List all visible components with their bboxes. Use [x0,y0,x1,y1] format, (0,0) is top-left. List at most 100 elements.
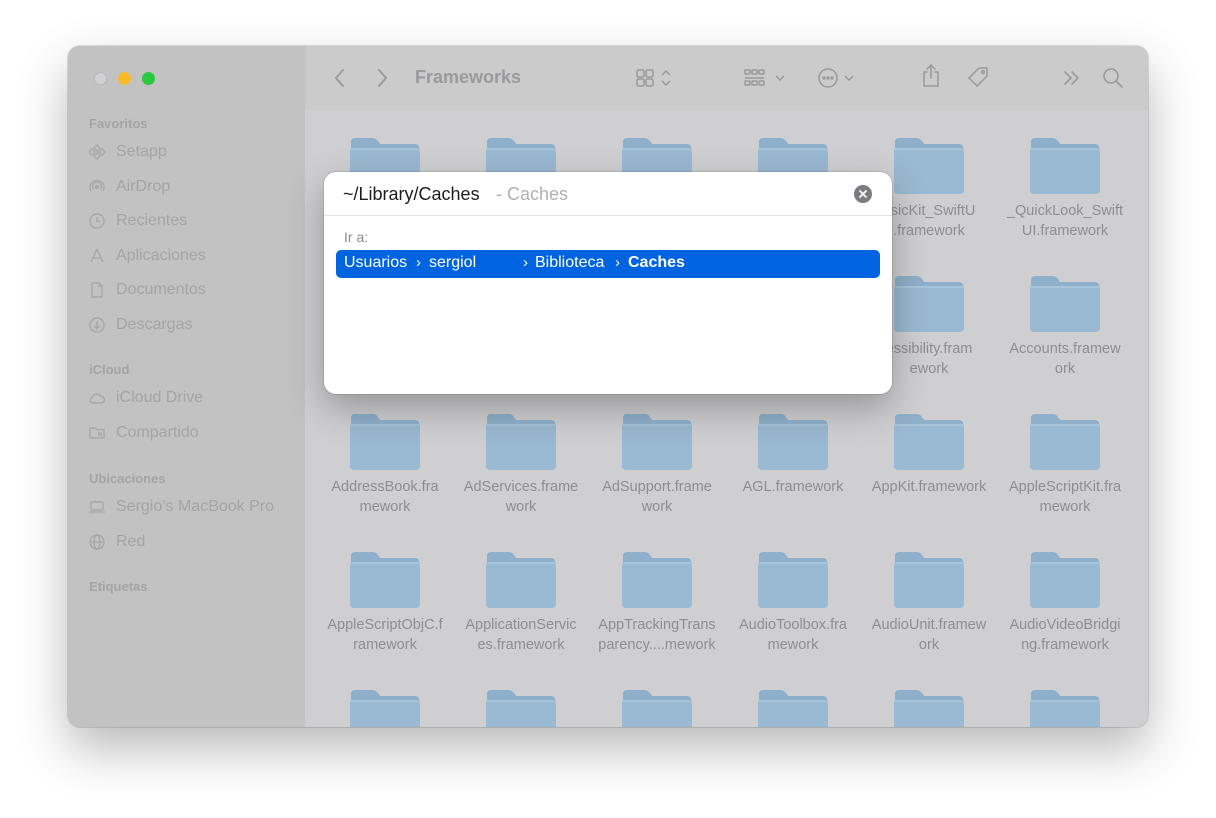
file-item[interactable]: AdServices.frame work [453,412,589,550]
folder-icon [1028,274,1102,334]
file-item[interactable]: AudioUnit.framew ork [861,550,997,688]
folder-icon [484,550,558,610]
path-completion-hint: - Caches [496,184,569,204]
file-item[interactable]: AddressBook.fra mework [317,412,453,550]
chevron-right-icon: › [615,254,620,271]
sidebar-item-aplicaciones[interactable]: Aplicaciones [88,244,206,268]
file-item[interactable]: AudioToolbox.fra mework [725,550,861,688]
file-name: AppleScriptObjC.f ramework [327,617,443,653]
file-name: AdSupport.frame work [602,479,712,515]
file-item[interactable]: ApplicationServic es.framework [453,550,589,688]
tag-icon[interactable] [965,66,991,90]
path-input[interactable]: ~/Library/Caches - Caches [324,172,892,216]
sidebar-item-descargas[interactable]: Descargas [88,313,192,337]
file-item[interactable]: AppleScriptKit.fra mework [997,412,1133,550]
search-icon[interactable] [1101,66,1125,90]
file-item[interactable] [589,688,725,727]
laptop-icon [89,501,105,513]
folder-icon [1028,688,1102,727]
folder-icon [620,688,694,727]
sidebar-item-label: Recientes [116,212,188,229]
file-name: ApplicationServic es.framework [465,617,577,653]
document-icon [91,282,103,298]
download-icon [89,317,105,333]
sidebar-item-recientes[interactable]: Recientes [88,209,187,233]
folder-icon [892,274,966,334]
file-item[interactable]: AGL.framework [725,412,861,550]
file-item[interactable]: _QuickLook_Swift UI.framework [997,136,1133,274]
chevron-right-icon: › [416,254,421,271]
forward-icon[interactable] [375,66,389,90]
file-item[interactable]: AudioVideoBridgi ng.framework [997,550,1133,688]
chevron-right-icon: › [523,254,528,271]
clock-icon [89,213,105,229]
sidebar-section-favorites: Favoritos [89,116,148,131]
sidebar-item-documentos[interactable]: Documentos [88,278,206,302]
folder-icon [892,688,966,727]
path-suggestion[interactable]: Usuarios › sergiol › Biblioteca › Caches [336,250,880,278]
folder-icon [484,412,558,472]
file-item[interactable]: AppKit.framework [861,412,997,550]
clear-icon[interactable] [854,185,872,203]
file-name: AdServices.frame work [463,479,579,515]
sidebar-section-etiquetas: Etiquetas [89,579,148,594]
sidebar-item-label: AirDrop [116,178,171,195]
folder-icon [620,550,694,610]
group-icon[interactable] [743,66,789,90]
folder-icon [348,412,422,472]
shared-folder-icon [89,427,105,439]
sidebar-item-label: Sergio’s MacBook Pro [116,498,274,515]
toolbar: Frameworks [305,46,1148,110]
grid-view-icon[interactable] [635,66,675,90]
file-name: AddressBook.fra mework [331,479,439,515]
folder-icon [892,550,966,610]
sidebar-section-ubicaciones: Ubicaciones [89,471,166,486]
sidebar-item-setapp[interactable]: Setapp [88,140,167,164]
go-to-folder-dialog: ~/Library/Caches - Caches Ir a: Usuarios… [324,172,892,394]
overflow-icon[interactable] [1061,66,1083,90]
file-item[interactable] [317,688,453,727]
sidebar-section-icloud: iCloud [89,362,130,377]
file-name: AppTrackingTrans parency....mework [598,617,716,653]
apps-icon [90,248,104,263]
file-item[interactable]: AppleScriptObjC.f ramework [317,550,453,688]
sidebar-item-icloud-drive[interactable]: iCloud Drive [88,386,203,410]
file-item[interactable] [453,688,589,727]
file-item[interactable] [725,688,861,727]
sidebar-item-label: Setapp [116,143,167,160]
file-item[interactable]: AppTrackingTrans parency....mework [589,550,725,688]
maximize-window-button[interactable] [142,72,155,85]
back-icon[interactable] [333,66,347,90]
file-name: AGL.framework [742,479,844,495]
sidebar-item-label: iCloud Drive [116,389,204,406]
breadcrumb-item: Usuarios [344,254,408,271]
sidebar-item-label: Descargas [116,316,193,333]
sidebar-item-label: Compartido [116,424,199,441]
sidebar-item-airdrop[interactable]: AirDrop [88,175,170,199]
folder-icon [1028,550,1102,610]
file-item[interactable] [861,688,997,727]
airdrop-icon [89,179,105,192]
folder-icon [756,550,830,610]
file-name: AudioUnit.framew ork [871,617,987,653]
file-item[interactable]: Accounts.framew ork [997,274,1133,412]
go-to-label: Ir a: [344,229,369,245]
folder-icon [348,550,422,610]
sidebar-item-macbook[interactable]: Sergio’s MacBook Pro [88,495,274,519]
file-name: AudioToolbox.fra mework [738,617,847,653]
folder-icon [1028,136,1102,196]
share-icon[interactable] [919,64,943,88]
minimize-window-button[interactable] [118,72,131,85]
folder-icon [756,688,830,727]
sidebar-item-red[interactable]: Red [88,530,145,554]
folder-icon [1028,412,1102,472]
more-icon[interactable] [817,66,863,90]
folder-icon [348,688,422,727]
cloud-icon [89,393,106,404]
file-item[interactable]: AdSupport.frame work [589,412,725,550]
close-window-button[interactable] [94,72,107,85]
breadcrumb-item-current: Caches [628,254,685,271]
file-item[interactable] [997,688,1133,727]
sidebar-item-label: Documentos [116,281,206,298]
sidebar-item-compartido[interactable]: Compartido [88,421,199,445]
